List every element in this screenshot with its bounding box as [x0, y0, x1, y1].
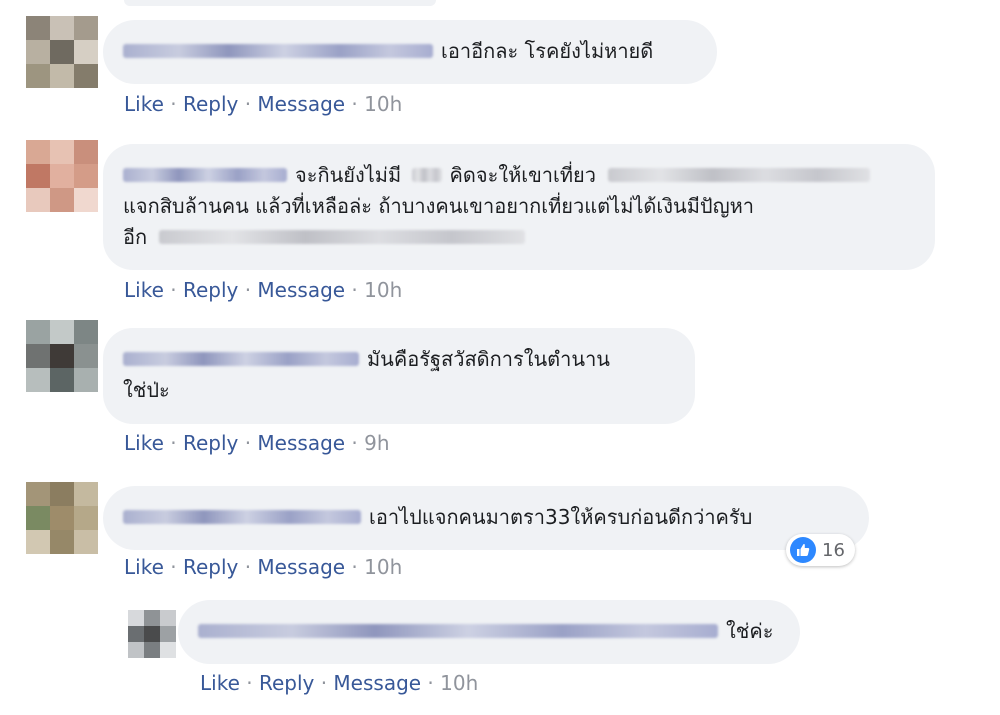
message-link[interactable]: Message [257, 92, 345, 116]
timestamp[interactable]: 10h [364, 278, 402, 302]
reply-link[interactable]: Reply [183, 431, 238, 455]
thumbs-up-icon [790, 537, 816, 563]
avatar[interactable] [26, 16, 98, 88]
timestamp[interactable]: 10h [440, 671, 478, 695]
comment-bubble: เอาไปแจกคนมาตรา33ให้ครบก่อนดีกว่าครับ [103, 486, 869, 550]
comment-text: เอาอีกละ โรคยังไม่หายดี [441, 39, 654, 63]
comment-actions: Like · Reply · Message · 10h [200, 671, 479, 695]
comment-text-part-1: จะกินยังไม่มี [295, 163, 402, 187]
comment-text: ใช่ค่ะ [726, 619, 774, 643]
like-link[interactable]: Like [124, 278, 164, 302]
redacted-text [159, 229, 526, 244]
blurred-author-name[interactable] [123, 509, 361, 524]
like-link[interactable]: Like [124, 555, 164, 579]
comment-actions: Like · Reply · Message · 10h [124, 555, 403, 579]
comment-text: เอาไปแจกคนมาตรา33ให้ครบก่อนดีกว่าครับ [369, 505, 753, 529]
comment-actions: Like · Reply · Message · 9h [124, 431, 390, 455]
like-link[interactable]: Like [200, 671, 240, 695]
avatar[interactable] [26, 140, 98, 212]
reply-link[interactable]: Reply [183, 555, 238, 579]
avatar[interactable] [26, 482, 98, 554]
reply-link[interactable]: Reply [183, 278, 238, 302]
redacted-text [411, 167, 442, 182]
comment-text-part-2: คิดจะให้เขาเที่ยว [449, 163, 596, 187]
like-link[interactable]: Like [124, 431, 164, 455]
comment-text-line-2: ใช่ป่ะ [123, 378, 170, 402]
message-link[interactable]: Message [257, 278, 345, 302]
comment-actions: Like · Reply · Message · 10h [124, 92, 403, 116]
reply-link[interactable]: Reply [183, 92, 238, 116]
timestamp[interactable]: 10h [364, 555, 402, 579]
comment-text-line-3: อีก [123, 225, 148, 249]
message-link[interactable]: Message [257, 555, 345, 579]
blurred-author-name[interactable] [123, 43, 433, 58]
message-link[interactable]: Message [257, 431, 345, 455]
reaction-count[interactable]: 16 [786, 534, 855, 566]
comment-bubble: เอาอีกละ โรคยังไม่หายดี [103, 20, 717, 84]
reaction-number: 16 [822, 539, 845, 561]
comment-actions: Like · Reply · Message · 10h [124, 278, 403, 302]
comment-text: มันคือรัฐสวัสดิการในตำนาน [367, 347, 610, 371]
comment-bubble: จะกินยังไม่มี คิดจะให้เขาเที่ยว แจกสิบล้… [103, 144, 935, 270]
comment-bubble: ใช่ค่ะ [178, 600, 800, 664]
blurred-author-name[interactable] [123, 351, 359, 366]
timestamp[interactable]: 10h [364, 92, 402, 116]
reply-link[interactable]: Reply [259, 671, 314, 695]
avatar[interactable] [26, 320, 98, 392]
blurred-author-name[interactable] [123, 167, 287, 182]
comment-thread: เอาอีกละ โรคยังไม่หายดี Like · Reply · M… [0, 0, 1000, 715]
like-link[interactable]: Like [124, 92, 164, 116]
timestamp[interactable]: 9h [364, 431, 389, 455]
comment-text-line-2: แจกสิบล้านคน แล้วที่เหลือล่ะ ถ้าบางคนเขา… [123, 194, 755, 218]
message-link[interactable]: Message [333, 671, 421, 695]
previous-comment-remnant [124, 0, 436, 6]
comment-bubble: มันคือรัฐสวัสดิการในตำนาน ใช่ป่ะ [103, 328, 695, 424]
avatar[interactable] [128, 610, 176, 658]
redacted-text [608, 167, 871, 182]
blurred-author-name[interactable] [198, 623, 718, 638]
